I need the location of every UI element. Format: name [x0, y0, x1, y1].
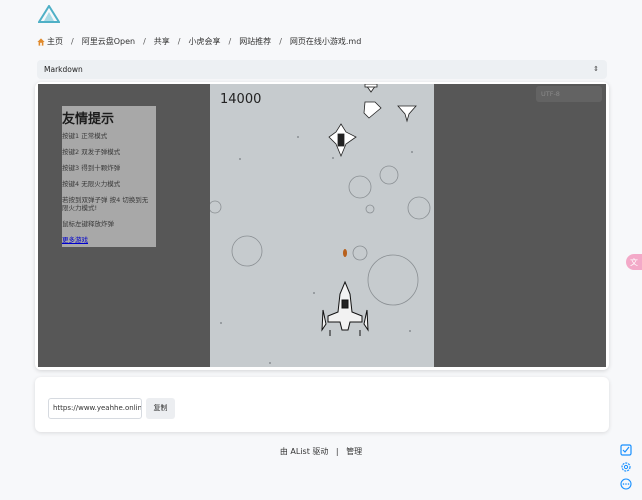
tip-line: 若按到双弹子弹 按4 切换到无限火力模式!	[62, 196, 149, 212]
file-url-input[interactable]: https://www.yeahhe.online	[48, 398, 142, 419]
breadcrumb-separator: /	[279, 37, 282, 46]
footer: 由 AList 驱动 | 管理	[0, 446, 642, 457]
breadcrumb-item-sites[interactable]: 网站推荐	[239, 36, 271, 47]
checkbox-icon[interactable]	[620, 444, 632, 456]
debris-dots	[220, 136, 413, 364]
breadcrumb-separator: /	[71, 37, 74, 46]
translate-float-button[interactable]: 文	[626, 254, 642, 270]
breadcrumb-separator: /	[177, 37, 181, 46]
breadcrumb-item-xiaohu[interactable]: 小虎会享	[188, 36, 220, 47]
breadcrumb-item-current-file[interactable]: 网页在线小游戏.md	[290, 36, 361, 47]
tip-line: 按键3 得到十颗炸弹	[62, 164, 121, 172]
game-scene	[210, 84, 431, 364]
game-canvas[interactable]: 14000	[210, 84, 434, 367]
alist-logo-icon[interactable]	[38, 5, 60, 23]
tip-line: 鼠标左键释放炸弹	[62, 220, 114, 228]
more-options-icon[interactable]	[620, 478, 632, 490]
encoding-select[interactable]: UTF-8	[536, 86, 602, 102]
svg-text:文: 文	[630, 257, 638, 267]
tip-line: 按键2 双发子弹模式	[62, 148, 121, 156]
bullet-icon	[343, 249, 347, 257]
asteroid-icons	[210, 165, 431, 306]
breadcrumb-home[interactable]: 主页	[47, 36, 63, 47]
translate-icon: 文	[630, 257, 638, 267]
breadcrumb-item-aliyun[interactable]: 阿里云盘Open	[82, 36, 135, 47]
powered-by-link[interactable]: 由 AList 驱动	[280, 447, 329, 456]
breadcrumb-separator: /	[143, 37, 146, 46]
breadcrumb-item-share[interactable]: 共享	[154, 36, 170, 47]
preview-mode-select[interactable]: Markdown ⇕	[37, 60, 607, 79]
tips-panel: 友情提示 按键1 正常模式 按键2 双发子弹模式 按键3 得到十颗炸弹 按键4 …	[62, 106, 156, 247]
enemy-plane-icons	[328, 84, 417, 158]
footer-separator: |	[335, 447, 339, 456]
file-viewer: 友情提示 按键1 正常模式 按键2 双发子弹模式 按键3 得到十颗炸弹 按键4 …	[35, 82, 609, 370]
chevron-updown-icon: ⇕	[593, 65, 599, 73]
game-frame[interactable]: 友情提示 按键1 正常模式 按键2 双发子弹模式 按键3 得到十颗炸弹 按键4 …	[38, 84, 606, 367]
tip-line: 按键1 正常模式	[62, 132, 108, 140]
player-plane-icon	[321, 280, 369, 336]
copy-button[interactable]: 复制	[146, 398, 175, 419]
tip-line: 按键4 无限火力模式	[62, 180, 121, 188]
manage-link[interactable]: 管理	[346, 447, 362, 456]
breadcrumb: 主页 / 阿里云盘Open / 共享 / 小虎会享 / 网站推荐 / 网页在线小…	[37, 36, 361, 47]
home-icon[interactable]	[37, 37, 45, 46]
settings-gear-icon[interactable]	[620, 461, 632, 473]
breadcrumb-separator: /	[228, 37, 232, 46]
file-url-card: https://www.yeahhe.online 复制	[35, 377, 609, 432]
tips-title: 友情提示	[62, 112, 115, 127]
more-games-link[interactable]: 更多游戏	[62, 236, 154, 244]
preview-mode-value: Markdown	[44, 65, 83, 74]
